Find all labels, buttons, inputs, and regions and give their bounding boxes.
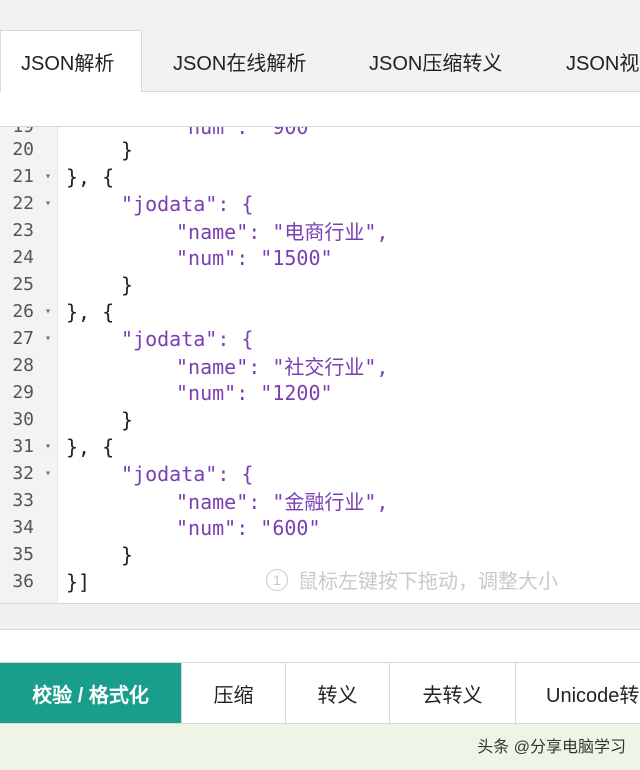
gutter-line-26: 26 ▾ bbox=[0, 298, 58, 325]
code-line[interactable]: "name": "金融行业", bbox=[66, 487, 388, 514]
escape-button[interactable]: 转义 bbox=[286, 663, 390, 723]
line-number: 33 bbox=[12, 490, 34, 511]
line-number: 28 bbox=[12, 355, 34, 376]
tab-json-parse[interactable]: JSON解析 bbox=[0, 30, 142, 92]
line-number: 23 bbox=[12, 220, 34, 241]
fold-arrow-icon[interactable]: ▾ bbox=[40, 333, 56, 344]
gutter-line-22: 22 ▾ bbox=[0, 190, 58, 217]
line-number: 34 bbox=[12, 517, 34, 538]
line-number: 20 bbox=[12, 139, 34, 160]
gutter-line-20: 20 bbox=[0, 136, 58, 163]
fold-arrow-icon[interactable]: ▾ bbox=[40, 306, 56, 317]
tab-json-online-parse[interactable]: JSON在线解析 bbox=[152, 30, 327, 92]
validate-format-button[interactable]: 校验 / 格式化 bbox=[0, 663, 182, 723]
code-line[interactable]: "jodata": { bbox=[66, 460, 253, 487]
code-line[interactable]: "num": "1500" bbox=[66, 244, 333, 271]
editor-resize-bar[interactable] bbox=[0, 604, 640, 630]
line-number: 29 bbox=[12, 382, 34, 403]
code-line[interactable]: "jodata": { bbox=[66, 190, 253, 217]
gutter-line-28: 28 bbox=[0, 352, 58, 379]
code-line[interactable]: "name": "电商行业", bbox=[66, 217, 388, 244]
line-number: 35 bbox=[12, 544, 34, 565]
resize-hint: 1 鼠标左键按下拖动，调整大小 bbox=[266, 565, 558, 594]
gutter-line-23: 23 bbox=[0, 217, 58, 244]
code-line[interactable]: "num": "600" bbox=[66, 514, 321, 541]
footer-strip: 头条 @分享电脑学习 bbox=[0, 724, 640, 770]
line-number: 32 bbox=[12, 463, 34, 484]
fold-arrow-icon[interactable]: ▾ bbox=[40, 198, 56, 209]
code-line[interactable]: }, { bbox=[66, 298, 114, 325]
gutter-line-36: 36 bbox=[0, 568, 58, 595]
json-editor[interactable]: 19 20 21 ▾ 22 ▾ 23 24 25 26 ▾ 27 ▾ 28 29 30 … bbox=[0, 126, 640, 604]
fold-arrow-icon[interactable]: ▾ bbox=[40, 171, 56, 182]
code-line[interactable]: } bbox=[66, 271, 133, 298]
gutter-line-24: 24 bbox=[0, 244, 58, 271]
code-line[interactable]: }, { bbox=[66, 163, 114, 190]
unicode-convert-button[interactable]: Unicode转 bbox=[516, 663, 640, 723]
tab-json-view[interactable]: JSON视 bbox=[545, 30, 640, 92]
line-number: 31 bbox=[12, 436, 34, 457]
code-line[interactable]: "num": "1200" bbox=[66, 379, 333, 406]
code-line[interactable]: "name": "社交行业", bbox=[66, 352, 388, 379]
line-number: 30 bbox=[12, 409, 34, 430]
fold-arrow-icon[interactable]: ▾ bbox=[40, 468, 56, 479]
gutter-line-30: 30 bbox=[0, 406, 58, 433]
tab-json-compress-escape[interactable]: JSON压缩转义 bbox=[348, 30, 523, 92]
code-line[interactable]: "jodata": { bbox=[66, 325, 253, 352]
line-number: 24 bbox=[12, 247, 34, 268]
action-bar: 校验 / 格式化 压缩 转义 去转义 Unicode转 bbox=[0, 662, 640, 724]
fold-arrow-icon[interactable]: ▾ bbox=[40, 441, 56, 452]
separator-area bbox=[0, 92, 640, 126]
line-number: 22 bbox=[12, 193, 34, 214]
line-number: 36 bbox=[12, 571, 34, 592]
code-line[interactable]: } bbox=[66, 136, 133, 163]
gutter-line-33: 33 bbox=[0, 487, 58, 514]
gutter-line-21: 21 ▾ bbox=[0, 163, 58, 190]
gutter-line-27: 27 ▾ bbox=[0, 325, 58, 352]
line-number: 26 bbox=[12, 301, 34, 322]
line-number: 21 bbox=[12, 166, 34, 187]
code-line[interactable]: }] bbox=[66, 568, 90, 595]
gutter-line-35: 35 bbox=[0, 541, 58, 568]
code-line[interactable]: } bbox=[66, 406, 133, 433]
gutter-line-34: 34 bbox=[0, 514, 58, 541]
gutter-line-25: 25 bbox=[0, 271, 58, 298]
compress-button[interactable]: 压缩 bbox=[182, 663, 286, 723]
gutter-line-31: 31 ▾ bbox=[0, 433, 58, 460]
watermark: 头条 @分享电脑学习 bbox=[477, 739, 626, 756]
line-number: 25 bbox=[12, 274, 34, 295]
resize-hint-text: 鼠标左键按下拖动，调整大小 bbox=[298, 571, 558, 593]
gutter-line-29: 29 bbox=[0, 379, 58, 406]
gutter-line-32: 32 ▾ bbox=[0, 460, 58, 487]
number-circle-icon: 1 bbox=[266, 568, 288, 591]
unescape-button[interactable]: 去转义 bbox=[390, 663, 516, 723]
code-line[interactable]: } bbox=[66, 541, 133, 568]
top-tab-bar: JSON解析 JSON在线解析 JSON压缩转义 JSON视 bbox=[0, 0, 640, 92]
line-number: 27 bbox=[12, 328, 34, 349]
code-line[interactable]: }, { bbox=[66, 433, 114, 460]
